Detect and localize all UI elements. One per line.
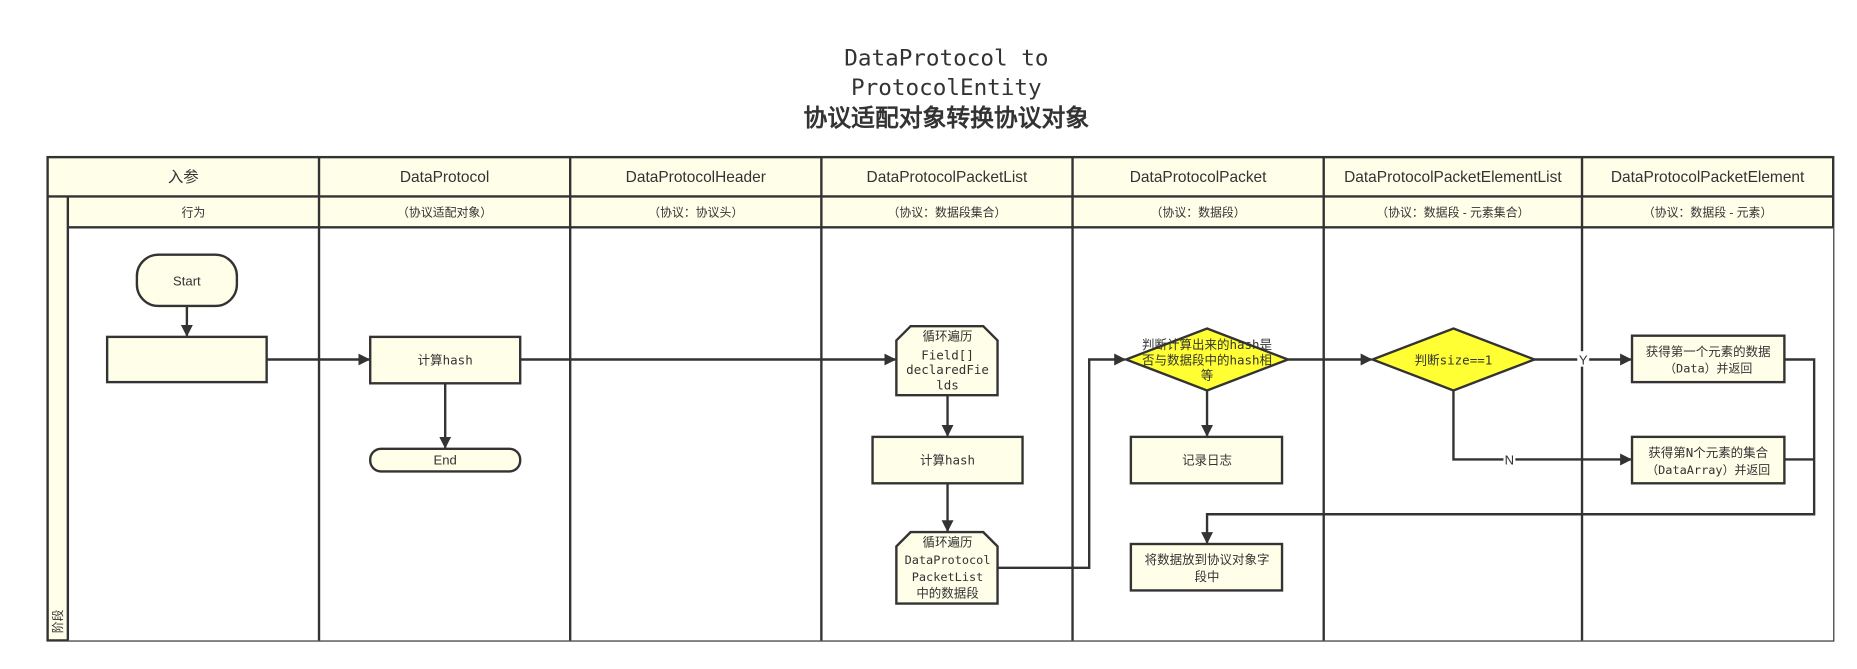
loop-packets-line-2: DataProtocol <box>905 553 991 567</box>
end-node[interactable]: End <box>369 447 522 473</box>
loop-packets-node[interactable]: 循环遍历 DataProtocol PacketList 中的数据段 <box>895 530 999 605</box>
loop-fields-line-1: 循环遍历 <box>923 328 973 343</box>
loop-packets-line-1: 循环遍历 <box>923 534 973 549</box>
log-label: 记录日志 <box>1182 452 1232 467</box>
get-n-line-1: 获得第N个元素的集合 <box>1648 445 1768 460</box>
loop-fields-line-2: Field[] <box>921 347 974 362</box>
calc-hash-label-1: 计算hash <box>418 352 473 367</box>
loop-fields-line-4: lds <box>936 377 959 392</box>
column-header: DataProtocolPacketElementList <box>1344 169 1562 186</box>
column-header: DataProtocolPacket <box>1130 169 1267 186</box>
swimlane-diagram: DataProtocol to ProtocolEntity 协议适配对象转换协… <box>46 45 1835 642</box>
edge-label-no: N <box>1505 452 1514 467</box>
column-header: DataProtocolPacketList <box>867 169 1028 186</box>
loop-packets-line-4: 中的数据段 <box>916 586 978 601</box>
get-first-node[interactable]: 获得第一个元素的数据 （Data）并返回 <box>1630 334 1786 384</box>
column-subheader: （协议：数据段 - 元素） <box>1643 206 1772 220</box>
column-subheader: （协议适配对象） <box>397 206 492 220</box>
get-first-line-1: 获得第一个元素的数据 <box>1646 344 1771 359</box>
column-header: DataProtocol <box>400 169 489 186</box>
title-line-3: 协议适配对象转换协议对象 <box>804 104 1090 132</box>
hash-check-line-1: 判断计算出来的hash是 <box>1142 337 1272 352</box>
log-node[interactable]: 记录日志 <box>1129 435 1284 485</box>
column-header: 入参 <box>168 168 199 186</box>
column-subheader: （协议：协议头） <box>648 206 743 220</box>
column-subheader: （协议：数据段） <box>1151 206 1246 220</box>
hash-check-line-2: 否与数据段中的hash相 <box>1142 352 1272 367</box>
edge-label-yes: Y <box>1579 352 1588 367</box>
get-first-line-2: （Data）并返回 <box>1664 362 1752 376</box>
start-node[interactable]: Start <box>135 253 239 308</box>
get-n-line-2: （DataArray）并返回 <box>1646 463 1770 477</box>
put-data-line-2: 段中 <box>1195 569 1220 584</box>
title-line-2: ProtocolEntity <box>851 75 1042 101</box>
column-header: DataProtocolPacketElement <box>1611 169 1805 186</box>
column-header: DataProtocolHeader <box>626 169 766 186</box>
column-subheader: （协议：数据段 - 元素集合） <box>1376 206 1529 220</box>
put-data-line-1: 将数据放到协议对象字 <box>1145 552 1270 567</box>
input-node[interactable] <box>105 335 268 384</box>
loop-fields-line-3: declaredFie <box>906 362 989 377</box>
size-check-label: 判断size==1 <box>1415 352 1493 367</box>
calc-hash-node-2[interactable]: 计算hash <box>871 435 1024 485</box>
loop-packets-line-3: PacketList <box>912 570 984 584</box>
calc-hash-label-2: 计算hash <box>920 452 975 467</box>
end-label: End <box>434 452 457 467</box>
hash-check-line-3: 等 <box>1201 368 1213 383</box>
get-n-node[interactable]: 获得第N个元素的集合 （DataArray）并返回 <box>1630 435 1786 485</box>
lane-label: 阶段 <box>51 609 65 633</box>
column-subheader: （协议：数据段集合） <box>887 206 1006 220</box>
column-subheader: 行为 <box>182 206 206 220</box>
put-data-node[interactable]: 将数据放到协议对象字 段中 <box>1129 542 1284 592</box>
title-line-1: DataProtocol to <box>844 45 1048 71</box>
loop-fields-node[interactable]: 循环遍历 Field[] declaredFie lds <box>895 324 999 397</box>
start-label: Start <box>173 274 201 289</box>
calc-hash-node-1[interactable]: 计算hash <box>369 335 522 385</box>
